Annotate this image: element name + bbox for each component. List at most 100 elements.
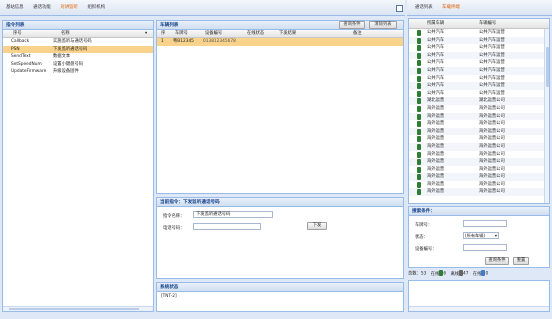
vehicle-rows: 公共汽车 公共汽车运营 公共汽车 公共汽车运营 公共汽车 公共汽车运营 公共汽车 公共汽车运营…: [409, 29, 549, 197]
other-count: 0: [485, 271, 489, 277]
terminal-row-selected[interactable]: 1 粤B12345 013812345678: [157, 38, 403, 46]
toolbar-button-call-list[interactable]: 通话列表: [411, 4, 437, 12]
phone-icon: [417, 98, 421, 105]
phone-icon: [417, 105, 421, 112]
phone-number-input[interactable]: [193, 223, 261, 230]
vehicle-row[interactable]: 海外运营 海外运营公司: [409, 142, 549, 151]
vehicle-row[interactable]: 公共汽车 公共汽车运营: [409, 82, 549, 90]
query-button[interactable]: 查询条件: [339, 21, 365, 29]
vehicle-row[interactable]: 海外运营 海外运营公司: [409, 158, 549, 166]
phone-icon: [417, 181, 421, 188]
total-count: 53: [420, 271, 427, 277]
vehicle-row[interactable]: 公共汽车 公共汽车运营: [409, 29, 549, 37]
toolbar-button-call[interactable]: 通话功能: [29, 4, 55, 12]
command-row[interactable]: SendText 数据文本: [3, 53, 153, 61]
vehicle-row[interactable]: 公共汽车 公共汽车运营: [409, 90, 549, 98]
phone-number-label: 电话号码：: [163, 226, 185, 231]
phone-icon: [417, 90, 421, 97]
log-title: 系统状态: [157, 283, 403, 292]
vehicle-row[interactable]: 公共汽车 公共汽车运营: [409, 75, 549, 83]
log-line: [TNT-2]: [161, 294, 177, 299]
vehicle-row[interactable]: 海外运营 海外运营公司: [409, 181, 549, 189]
vehicle-row[interactable]: 海外运营 海外运营公司: [409, 173, 549, 181]
vehicle-grid-header: 所属车辆 车辆编号: [409, 19, 549, 29]
horizontal-scrollbar[interactable]: [409, 306, 549, 311]
phone-icon: [417, 67, 421, 74]
vehicle-row[interactable]: 海外运营 海外运营公司: [409, 151, 549, 159]
chevron-down-icon: ▾: [494, 233, 497, 238]
phone-icon: [417, 60, 421, 67]
log-panel: 系统状态 [TNT-2]: [156, 282, 404, 312]
vehicle-row[interactable]: 海外运营 海外运营公司: [409, 166, 549, 174]
phone-icon: [417, 45, 421, 52]
search-button[interactable]: 查询条件: [485, 257, 509, 265]
status-label: 状态：: [415, 235, 428, 240]
vehicle-row[interactable]: 公共汽车 公共汽车运营: [409, 44, 549, 52]
device-number-input[interactable]: [463, 244, 507, 251]
vehicle-row[interactable]: 公共汽车 公共汽车运营: [409, 66, 549, 75]
window-icon[interactable]: [396, 5, 403, 12]
clear-list-button[interactable]: 清除列表: [369, 21, 397, 29]
status-select[interactable]: (所有车辆) ▾: [463, 232, 499, 239]
phone-icon: [417, 189, 421, 196]
horizontal-scrollbar[interactable]: [3, 306, 153, 311]
vehicle-row[interactable]: 海外运营 海外运营公司: [409, 120, 549, 128]
command-form-panel: 当前指令：下发监听通话号码 指令名称： 下发监听通话号码 电话号码： 下发: [156, 197, 404, 279]
phone-icon: [417, 136, 421, 143]
command-list-panel: 指令列表 序号 名称 ▾ Callback 实施监听与通话号码 PSN 下发监听…: [2, 20, 154, 312]
stats-bar: 总数：53 在线 6 离线 47 在线 0: [408, 270, 489, 277]
phone-icon: [417, 37, 421, 44]
vehicle-row[interactable]: 海外运营 海外运营公司: [409, 105, 549, 113]
stats-detail-area: [408, 280, 550, 312]
phone-icon: [417, 83, 421, 90]
phone-icon: [417, 121, 421, 128]
phone-icon: [417, 174, 421, 181]
right-toolbar: 通话列表 车载终端: [407, 0, 552, 16]
command-name-label: 指令名称：: [163, 214, 185, 219]
terminal-list-title: 车辆列表: [160, 23, 179, 28]
phone-icon: [417, 128, 421, 135]
toolbar-button-monitor[interactable]: 对讲监听: [56, 4, 82, 12]
vertical-scrollbar[interactable]: [544, 29, 549, 203]
vehicle-row[interactable]: 海外运营 海外运营公司: [409, 188, 549, 197]
query-panel: 搜索条件： 车牌号： 状态： (所有车辆) ▾ 设备编号： 查询条件 重置: [408, 206, 550, 268]
command-name-field: 下发监听通话号码: [193, 211, 273, 218]
vehicle-row[interactable]: 公共汽车 公共汽车运营: [409, 36, 549, 45]
command-row[interactable]: SetSpeedNum 设置小键盘号码: [3, 61, 153, 69]
phone-icon: [417, 30, 421, 36]
terminal-list-panel: 车辆列表 查询条件 清除列表 序 车牌号 设备编号 在线状态 下发结果 备注 1…: [156, 20, 404, 194]
toolbar-button-station[interactable]: 基站信息: [2, 4, 28, 12]
toolbar-button-vehicle-terminal[interactable]: 车载终端: [438, 4, 464, 12]
terminal-list-header: 车辆列表 查询条件 清除列表: [157, 21, 403, 30]
reset-button[interactable]: 重置: [513, 257, 529, 265]
command-grid-header: 序号 名称 ▾: [3, 30, 153, 38]
phone-icon: [417, 159, 421, 166]
chevron-down-icon[interactable]: ▾: [145, 30, 147, 38]
vehicle-row[interactable]: 海外运营 海外运营公司: [409, 135, 549, 143]
vehicle-row[interactable]: 海外运营 海外运营公司: [409, 112, 549, 121]
command-row-selected[interactable]: PSN 下发监听通话号码: [3, 45, 153, 54]
plate-label: 车牌号：: [415, 223, 433, 228]
vehicle-row[interactable]: 公共汽车 公共汽车运营: [409, 51, 549, 60]
phone-icon: [417, 52, 421, 59]
plate-input[interactable]: [463, 220, 507, 227]
phone-icon: [417, 151, 421, 158]
vehicle-row[interactable]: 公共汽车 公共汽车运营: [409, 59, 549, 67]
vehicle-row[interactable]: 海外运营 海外运营公司: [409, 127, 549, 136]
device-number-label: 设备编号：: [415, 247, 437, 252]
command-row[interactable]: Callback 实施监听与通话号码: [3, 38, 153, 46]
command-row[interactable]: UpdateFirmware 升级设备固件: [3, 68, 153, 76]
vehicle-row[interactable]: 湖北运营 湖北运营公司: [409, 97, 549, 105]
query-title: 搜索条件：: [409, 207, 549, 216]
command-list-title: 指令列表: [3, 21, 153, 30]
offline-count: 47: [463, 271, 469, 277]
col-index: 序号: [13, 31, 22, 36]
online-count: 6: [443, 271, 447, 277]
phone-icon: [417, 75, 421, 82]
send-button[interactable]: 下发: [307, 222, 327, 230]
terminal-grid-header: 序 车牌号 设备编号 在线状态 下发结果 备注: [157, 30, 403, 38]
toolbar-button-org[interactable]: 组织机构: [84, 4, 110, 12]
phone-icon: [417, 166, 421, 173]
command-form-title: 当前指令：下发监听通话号码: [157, 198, 403, 207]
vehicle-list-panel: 所属车辆 车辆编号 公共汽车 公共汽车运营 公共汽车 公共汽车运营 公共汽车 公共汽车运营…: [408, 18, 550, 204]
